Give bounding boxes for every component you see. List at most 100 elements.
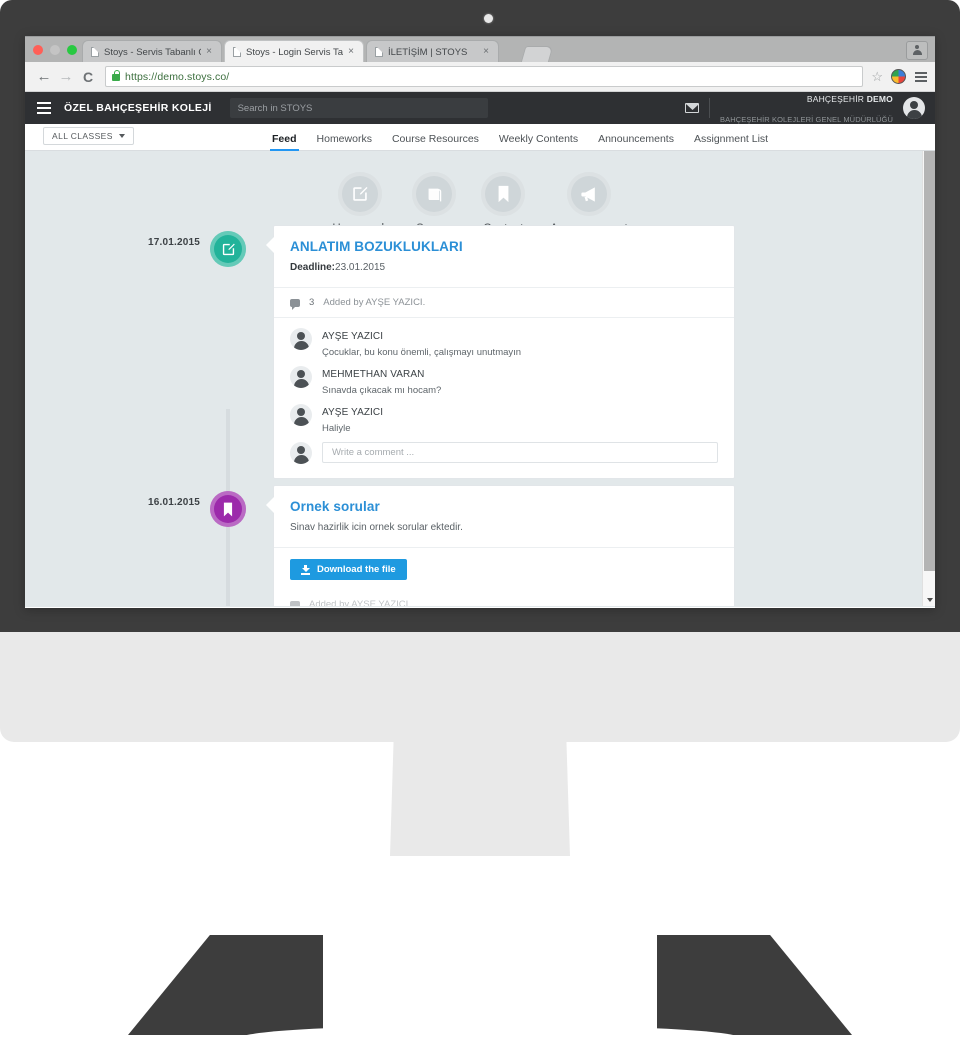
chrome-profile-avatar[interactable] (891, 69, 906, 84)
minimize-window-button[interactable] (50, 45, 60, 55)
stand-shadow (240, 1025, 740, 1051)
tab-feed[interactable]: Feed (262, 134, 307, 151)
comment-author: MEHMETHAN VARAN (322, 369, 424, 380)
user-name: BAHÇEŞEHİR DEMO (807, 94, 893, 104)
browser-window: Stoys - Servis Tabanlı Oku × Stoys - Log… (25, 36, 935, 608)
bookmark-star-icon[interactable]: ☆ (871, 69, 883, 85)
address-bar-url: https://demo.stoys.co/ (125, 71, 229, 83)
feed-area: Homework Source (25, 151, 935, 606)
close-tab-icon[interactable]: × (483, 47, 489, 57)
download-file-button[interactable]: Download the file (290, 559, 407, 580)
page-scrollbar[interactable] (922, 151, 935, 606)
app-navbar: ALL CLASSES Feed Homeworks Course Resour… (25, 124, 935, 151)
book-icon (412, 172, 456, 216)
back-button[interactable]: ← (33, 69, 55, 84)
tab-homeworks[interactable]: Homeworks (307, 134, 382, 151)
monitor-foot-right (657, 935, 852, 1035)
app-header: ÖZEL BAHÇEŞEHİR KOLEJİ BAHÇEŞEHİR DEMO B… (25, 92, 935, 124)
person-icon (912, 45, 923, 56)
page-icon (233, 47, 241, 57)
comment-compose-row (290, 436, 718, 466)
tab-course-resources[interactable]: Course Resources (382, 134, 489, 151)
comment-text: Haliyle (322, 423, 383, 434)
feed-card-meta-clipped: Added by AYŞE YAZICI. (273, 590, 735, 606)
browser-tab-title: Stoys - Login Servis Taban (246, 47, 343, 58)
comment-list: AYŞE YAZICI Çocuklar, bu konu önemli, ça… (274, 318, 734, 478)
megaphone-icon (567, 172, 611, 216)
feed-card-title[interactable]: ANLATIM BOZUKLUKLARI (290, 239, 718, 254)
browser-tabs[interactable]: Stoys - Servis Tabanlı Oku × Stoys - Log… (82, 40, 501, 63)
tab-announcements[interactable]: Announcements (588, 134, 684, 151)
page-icon (91, 47, 99, 57)
header-divider (709, 98, 710, 118)
comment-bubble-icon (290, 299, 300, 307)
avatar (290, 366, 312, 388)
tab-assignment-list[interactable]: Assignment List (684, 134, 778, 151)
address-bar[interactable]: https://demo.stoys.co/ (105, 66, 863, 87)
browser-tab-3[interactable]: İLETİŞİM | STOYS × (366, 40, 499, 63)
feed-card-meta: 3 Added by AYŞE YAZICI. (274, 288, 734, 317)
tab-weekly-contents[interactable]: Weekly Contents (489, 134, 588, 151)
feed-card-body: ANLATIM BOZUKLUKLARI Deadline:23.01.2015 (274, 226, 734, 287)
forward-button[interactable]: → (55, 69, 77, 84)
feed-card-title[interactable]: Ornek sorular (290, 499, 718, 514)
search-input[interactable] (230, 98, 488, 118)
reload-button[interactable]: C (77, 70, 99, 84)
comment-count: 3 (309, 297, 314, 308)
avatar (290, 404, 312, 426)
feed-card-body: Ornek sorular Sinav hazirlik icin ornek … (274, 486, 734, 547)
class-filter-label: ALL CLASSES (52, 131, 113, 141)
feed-card-homework: ANLATIM BOZUKLUKLARI Deadline:23.01.2015… (273, 225, 735, 479)
browser-tab-1[interactable]: Stoys - Servis Tabanlı Oku × (82, 40, 222, 63)
close-window-button[interactable] (33, 45, 43, 55)
close-tab-icon[interactable]: × (348, 47, 354, 57)
close-tab-icon[interactable]: × (206, 47, 212, 57)
browser-tab-2[interactable]: Stoys - Login Servis Taban × (224, 40, 364, 63)
comment-author: AYŞE YAZICI (322, 407, 383, 418)
lock-icon (112, 74, 120, 81)
comment-text: Sınavda çıkacak mı hocam? (322, 385, 441, 396)
added-by-label: Added by AYŞE YAZICI. (323, 297, 425, 308)
comment-item: MEHMETHAN VARAN Sınavda çıkacak mı hocam… (290, 360, 718, 398)
scrollbar-thumb[interactable] (924, 151, 935, 571)
new-tab-button[interactable] (521, 46, 554, 63)
feed-item-date: 16.01.2015 (148, 497, 200, 508)
maximize-window-button[interactable] (67, 45, 77, 55)
comment-author: AYŞE YAZICI (322, 331, 383, 342)
comment-item: AYŞE YAZICI Çocuklar, bu konu önemli, ça… (290, 322, 718, 360)
monitor-foot-left (128, 935, 323, 1035)
app-header-right: BAHÇEŞEHİR DEMO BAHÇEŞEHİR KOLEJLERİ GEN… (685, 92, 925, 124)
timeline-node-homework (210, 231, 246, 267)
sidebar-toggle-icon[interactable] (37, 102, 51, 114)
imac-monitor: Stoys - Servis Tabanlı Oku × Stoys - Log… (0, 0, 960, 854)
feed-card-deadline: Deadline:23.01.2015 (290, 262, 718, 273)
avatar[interactable] (903, 97, 925, 119)
page-viewport: ÖZEL BAHÇEŞEHİR KOLEJİ BAHÇEŞEHİR DEMO B… (25, 92, 935, 607)
clipped-meta-inner: Added by AYŞE YAZICI. (274, 590, 734, 606)
chrome-menu-icon[interactable] (915, 72, 927, 82)
nav-tabs: Feed Homeworks Course Resources Weekly C… (262, 134, 778, 151)
timeline-node-content (210, 491, 246, 527)
browser-tab-title: İLETİŞİM | STOYS (388, 47, 478, 58)
feed-card-content: Ornek sorular Sinav hazirlik icin ornek … (273, 485, 735, 593)
comment-bubble-icon (290, 601, 300, 607)
window-controls[interactable] (33, 45, 77, 55)
scroll-down-arrow[interactable] (927, 598, 933, 602)
browser-toolbar: ← → C https://demo.stoys.co/ ☆ (25, 62, 935, 92)
feed-scroll-content: Homework Source (25, 151, 935, 606)
feed-card-description: Sinav hazirlik icin ornek sorular ektedi… (290, 522, 718, 533)
monitor-chin (0, 632, 960, 742)
comment-item: AYŞE YAZICI Haliyle (290, 398, 718, 436)
class-filter-dropdown[interactable]: ALL CLASSES (43, 127, 134, 145)
page-icon (375, 47, 383, 57)
avatar (290, 328, 312, 350)
added-by-label: Added by AYŞE YAZICI. (309, 599, 411, 606)
comment-input[interactable] (322, 442, 718, 463)
envelope-icon[interactable] (685, 103, 699, 113)
pencil-square-icon (338, 172, 382, 216)
user-meta[interactable]: BAHÇEŞEHİR DEMO BAHÇEŞEHİR KOLEJLERİ GEN… (720, 92, 893, 128)
bookmark-icon (481, 172, 525, 216)
browser-tab-title: Stoys - Servis Tabanlı Oku (104, 47, 201, 58)
download-button-label: Download the file (317, 564, 396, 575)
browser-profile-button[interactable] (906, 41, 928, 60)
